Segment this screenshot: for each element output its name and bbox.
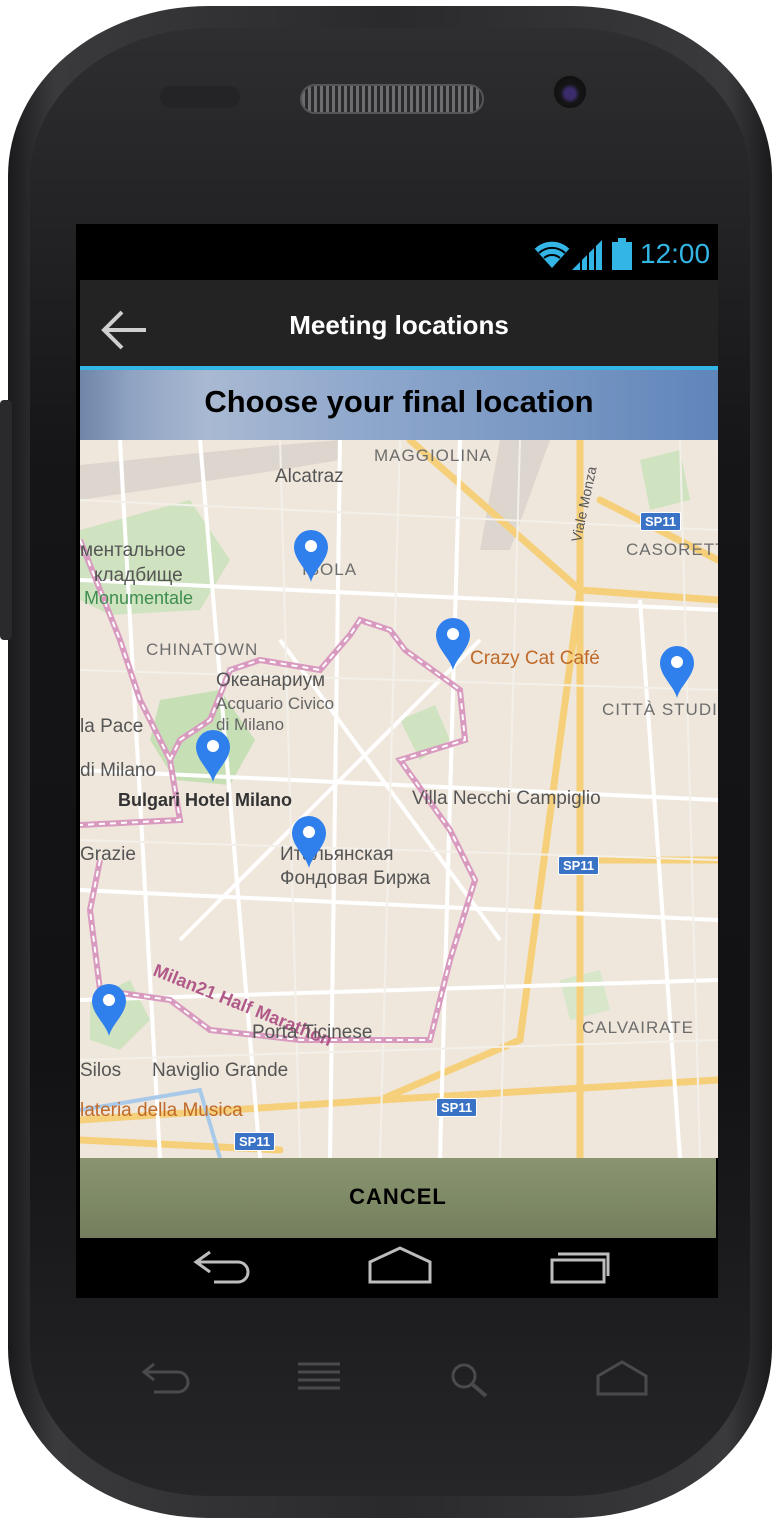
action-bar: Meeting locations [80, 280, 718, 370]
map-label-cemetery-ru-2: кладбище [94, 565, 183, 586]
map-label-silos: Silos [80, 1060, 122, 1081]
hw-back-icon [141, 1362, 190, 1394]
highway-shield: SP11 [234, 1132, 276, 1151]
highway-shield: SP11 [436, 1098, 478, 1117]
battery-icon [612, 238, 632, 270]
instruction-banner: Choose your final location [80, 370, 718, 440]
signal-icon [572, 240, 602, 270]
map-label-alcatraz: Alcatraz [275, 466, 344, 487]
map-label-bulgari-hotel: Bulgari Hotel Milano [118, 790, 293, 810]
map-label-grazie: Grazie [80, 844, 136, 865]
map-label-maggiolina: MAGGIOLINA [374, 446, 492, 465]
volume-button [0, 400, 12, 640]
location-pin-icon[interactable] [660, 646, 694, 698]
location-pin-icon[interactable] [436, 618, 470, 670]
map-label-calvairate: CALVAIRATE [582, 1018, 695, 1037]
map-label-borsa-ru-2: Фондовая Биржа [280, 868, 431, 889]
earpiece-speaker [300, 84, 484, 114]
map-label-chinatown: CHINATOWN [146, 640, 259, 659]
map-label-crazy-cat-cafe: Crazy Cat Café [470, 648, 600, 669]
map-label-aquarium-ru: Океанариум [216, 670, 326, 691]
map-label-citta-studi: CITTÀ STUDI [602, 700, 718, 719]
wifi-icon [533, 239, 571, 268]
status-bar: 12:00 [76, 224, 718, 280]
map-label-casorett: CASORETT [626, 540, 718, 559]
location-pin-icon[interactable] [92, 984, 126, 1036]
cancel-button[interactable]: CANCEL [80, 1184, 716, 1210]
proximity-sensor [160, 86, 240, 108]
location-pin-icon[interactable] [294, 530, 328, 582]
nav-back-icon[interactable] [190, 1246, 254, 1286]
map-label-cemetery-ru-1: ментальное [80, 540, 186, 561]
map-label-porta-ticinese: Porta Ticinese [252, 1022, 373, 1043]
map-view[interactable]: MAGGIOLINA Alcatraz Viale Monza CASORETT… [80, 440, 718, 1158]
highway-shield: SP11 [640, 512, 682, 531]
hw-home-icon [596, 1360, 648, 1396]
map-label-musica: lateria della Musica [80, 1100, 243, 1121]
map-label-villa-necchi: Villa Necchi Campiglio [412, 788, 601, 809]
map-label-monumentale: Monumentale [84, 588, 194, 608]
location-pin-icon[interactable] [292, 816, 326, 868]
status-clock: 12:00 [640, 238, 711, 269]
page-title: Meeting locations [289, 310, 509, 340]
front-camera [552, 74, 588, 110]
map-label-di-milano: di Milano [80, 760, 157, 781]
cancel-bar[interactable]: CANCEL [80, 1158, 716, 1238]
device-screen: 12:00 Meeting locations Choose your fina… [76, 224, 718, 1298]
nav-recents-icon[interactable] [548, 1246, 612, 1286]
map-label-aquarium-it-1: Acquario Civico [216, 694, 335, 713]
map-label-naviglio-grande: Naviglio Grande [152, 1060, 289, 1081]
location-pin-icon[interactable] [196, 730, 230, 782]
system-nav-bar [76, 1238, 718, 1298]
hw-search-icon [451, 1363, 488, 1398]
map-label-pace: la Pace [80, 716, 144, 737]
hw-menu-icon [298, 1362, 340, 1390]
instruction-text: Choose your final location [204, 384, 594, 419]
nav-home-icon[interactable] [366, 1246, 434, 1286]
highway-shield: SP11 [558, 856, 600, 875]
